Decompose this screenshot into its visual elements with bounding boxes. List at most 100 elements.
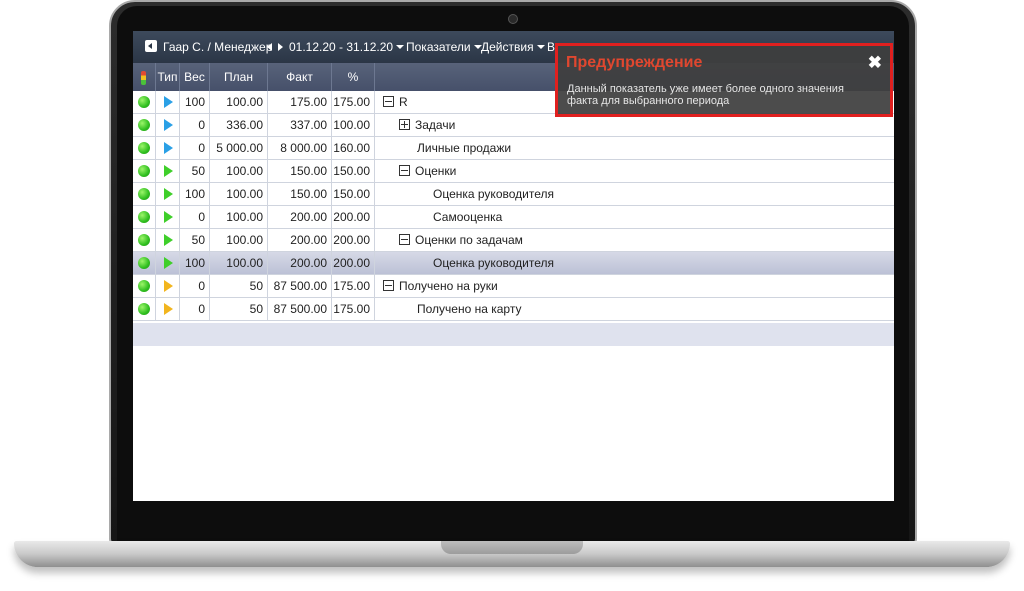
header-status[interactable] [133, 63, 156, 91]
next-period-icon[interactable] [278, 43, 283, 51]
fact-cell: 87 500.00 [268, 275, 332, 297]
table-row[interactable]: 05 000.00 8 000.00 160.00 Личные продажи [133, 137, 894, 160]
header-percent[interactable]: % [332, 63, 375, 91]
plan-cell: 100.00 [210, 229, 268, 251]
table-row[interactable]: 050 000.0087 500.00175.00 Получено на кар… [133, 298, 894, 338]
user-label[interactable]: Гаар С. / Менеджер [163, 40, 272, 54]
fact-cell: 8 000.00 [268, 137, 332, 159]
percent-cell: 200.00 [332, 252, 375, 274]
status-cell [133, 206, 156, 228]
collapse-icon[interactable] [399, 165, 410, 176]
status-green-icon [138, 280, 150, 292]
status-cell [133, 229, 156, 251]
percent-cell: 175.00 [332, 91, 375, 113]
percent-cell: 160.00 [332, 137, 375, 159]
status-cell [133, 275, 156, 297]
name-cell: Задачи [375, 114, 894, 136]
name-cell: Личные продажи [375, 137, 894, 159]
fact-cell: 337.00 [268, 114, 332, 136]
type-green-icon [164, 211, 173, 223]
weight-cell: 0 [180, 137, 210, 159]
status-cell [133, 114, 156, 136]
plan-cell: 5 000.00 [210, 137, 268, 159]
row-name: Самооценка [433, 210, 503, 224]
type-green-icon [164, 188, 173, 200]
type-green-icon [164, 257, 173, 269]
status-green-icon [138, 257, 150, 269]
table-row[interactable]: 50 100.00 150.00 150.00 Оценки [133, 160, 894, 183]
weight-cell: 50 [180, 160, 210, 182]
weight-cell: 100 [180, 91, 210, 113]
weight-cell: 50 [180, 229, 210, 251]
weight-cell: 0 [180, 275, 210, 297]
status-green-icon [138, 234, 150, 246]
name-cell: Оценки по задачам [375, 229, 894, 251]
status-green-icon [138, 119, 150, 131]
type-blue-icon [164, 119, 173, 131]
collapse-icon[interactable] [399, 234, 410, 245]
row-name: Оценки [415, 164, 457, 178]
name-cell: Самооценка [375, 206, 894, 228]
table-row[interactable]: 50 100.00 200.00 200.00 Оценки по задачам [133, 229, 894, 252]
menu-actions[interactable]: Действия [481, 40, 545, 54]
app-screen: Гаар С. / Менеджер 01.12.20 - 31.12.20 П… [133, 31, 894, 501]
prev-period-icon[interactable] [267, 43, 272, 51]
back-icon[interactable] [145, 40, 157, 52]
period-dropdown[interactable]: 01.12.20 - 31.12.20 [289, 40, 405, 54]
type-cell [156, 114, 180, 136]
plan-cell: 336.00 [210, 114, 268, 136]
fact-cell: 200.00 [268, 252, 332, 274]
expand-icon[interactable] [399, 119, 410, 130]
period-label: 01.12.20 - 31.12.20 [289, 40, 394, 54]
type-yellow-icon [164, 303, 173, 315]
weight-cell: 0 [180, 206, 210, 228]
type-cell [156, 252, 180, 274]
plan-cell: 50 000.00 [210, 298, 268, 338]
row-name: Получено на карту [417, 302, 522, 316]
status-cell [133, 252, 156, 274]
header-type[interactable]: Тип [156, 63, 180, 91]
menu-more[interactable]: В [547, 40, 555, 54]
plan-cell: 100.00 [210, 160, 268, 182]
table-row[interactable]: 100 100.00 150.00 150.00 Оценка руководителя [133, 183, 894, 206]
warning-text: Данный показатель уже имеет более одного… [567, 83, 844, 107]
plan-cell: 100.00 [210, 91, 268, 113]
close-icon[interactable]: ✖ [868, 53, 882, 73]
table-row[interactable]: 100 100.00 200.00 200.00 Оценка руководителя [133, 252, 894, 275]
weight-cell: 0 [180, 114, 210, 136]
type-cell [156, 137, 180, 159]
percent-cell: 150.00 [332, 160, 375, 182]
weight-cell: 0 [180, 298, 210, 320]
menu-indicators[interactable]: Показатели [406, 40, 482, 54]
type-cell [156, 298, 180, 320]
status-cell [133, 91, 156, 113]
type-cell [156, 91, 180, 113]
status-green-icon [138, 188, 150, 200]
name-cell: Оценка руководителя [375, 252, 894, 274]
header-plan[interactable]: План [210, 63, 268, 91]
percent-cell: 175.00 [332, 275, 375, 297]
plan-cell: 50 000.00 [210, 275, 268, 315]
table-row[interactable]: 0 100.00 200.00 200.00 Самооценка [133, 206, 894, 229]
fact-cell: 200.00 [268, 229, 332, 251]
header-weight[interactable]: Вес [180, 63, 210, 91]
laptop-notch [441, 541, 583, 554]
menu-actions-label: Действия [481, 40, 534, 54]
type-cell [156, 160, 180, 182]
type-cell [156, 183, 180, 205]
collapse-icon[interactable] [383, 96, 394, 107]
name-cell: Оценка руководителя [375, 183, 894, 205]
table-row[interactable]: 0 336.00 337.00 100.00 Задачи [133, 114, 894, 137]
warning-popup: Предупреждение ✖ Данный показатель уже и… [555, 43, 893, 117]
camera-icon [508, 14, 518, 24]
table-row[interactable]: 050 000.0087 500.00175.00 Получено на рук… [133, 275, 894, 315]
header-fact[interactable]: Факт [268, 63, 332, 91]
collapse-icon[interactable] [383, 280, 394, 291]
plan-cell: 100.00 [210, 183, 268, 205]
row-name: Получено на руки [399, 279, 498, 293]
status-cell [133, 137, 156, 159]
status-cell [133, 160, 156, 182]
fact-cell: 150.00 [268, 160, 332, 182]
type-cell [156, 229, 180, 251]
fact-cell: 150.00 [268, 183, 332, 205]
